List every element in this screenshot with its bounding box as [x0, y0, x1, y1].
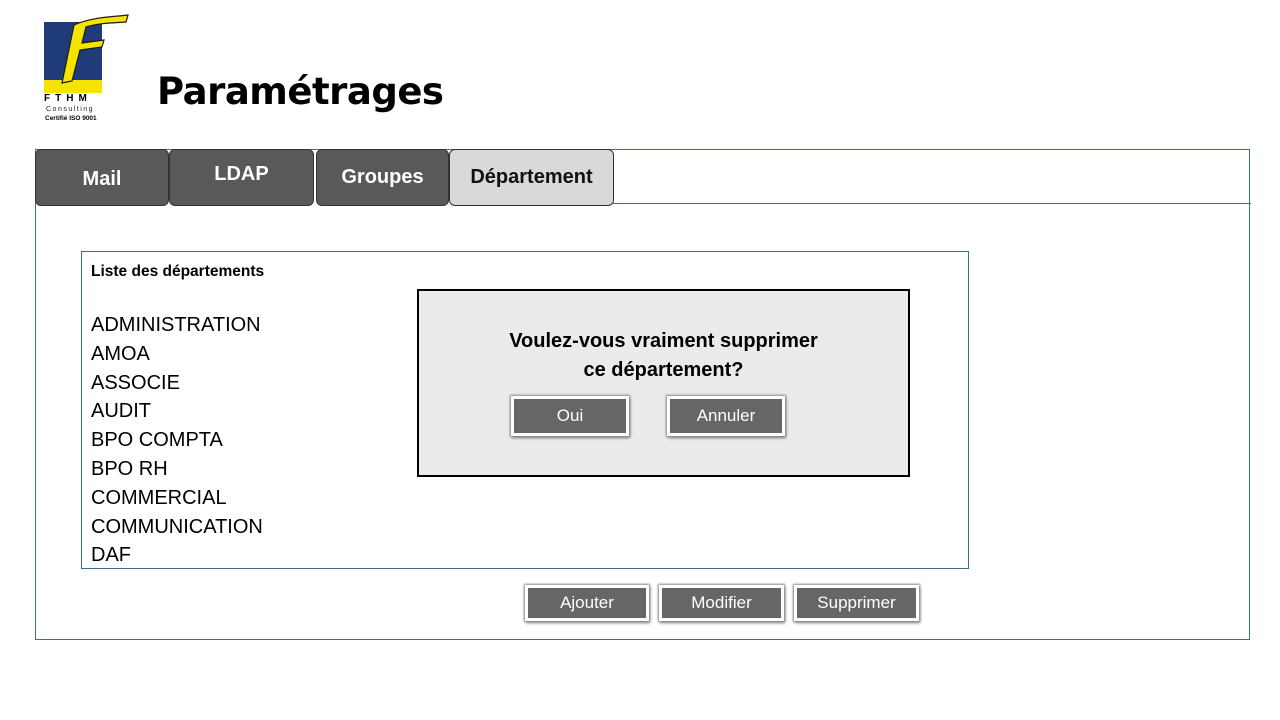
department-list: ADMINISTRATION AMOA ASSOCIE AUDIT BPO CO…: [91, 311, 263, 570]
dialog-message-line-2: ce département?: [583, 359, 744, 381]
confirm-button[interactable]: Oui: [511, 396, 629, 436]
company-logo: FTHM Consulting Certifié ISO 9001: [42, 14, 129, 125]
add-button[interactable]: Ajouter: [525, 585, 649, 621]
logo-f-icon: [61, 14, 129, 84]
edit-button[interactable]: Modifier: [659, 585, 784, 621]
dialog-message: Voulez-vous vraiment supprimer ce départ…: [419, 327, 908, 385]
dialog-message-line-1: Voulez-vous vraiment supprimer: [509, 330, 818, 352]
list-item[interactable]: BPO COMPTA: [91, 426, 263, 455]
delete-button[interactable]: Supprimer: [794, 585, 919, 621]
list-item[interactable]: AUDIT: [91, 397, 263, 426]
tab-groupes[interactable]: Groupes: [316, 149, 449, 206]
cancel-button[interactable]: Annuler: [667, 396, 785, 436]
department-list-title: Liste des départements: [91, 263, 265, 280]
tab-mail[interactable]: Mail: [35, 149, 169, 206]
tab-departement[interactable]: Département: [449, 149, 614, 206]
tab-divider: [613, 203, 1251, 204]
confirm-delete-dialog: Voulez-vous vraiment supprimer ce départ…: [417, 289, 910, 477]
logo-certification: Certifié ISO 9001: [45, 115, 97, 122]
list-item[interactable]: BPO RH: [91, 455, 263, 484]
logo-subtitle: Consulting: [46, 106, 95, 113]
list-item[interactable]: COMMUNICATION: [91, 513, 263, 542]
list-item[interactable]: COMMERCIAL: [91, 484, 263, 513]
list-item[interactable]: ADMINISTRATION: [91, 311, 263, 340]
logo-name: FTHM: [44, 93, 92, 104]
page-title: Paramétrages: [157, 70, 444, 113]
tab-ldap[interactable]: LDAP: [169, 149, 314, 206]
list-item[interactable]: AMOA: [91, 340, 263, 369]
list-item[interactable]: DAF: [91, 541, 263, 570]
list-item[interactable]: ASSOCIE: [91, 369, 263, 398]
